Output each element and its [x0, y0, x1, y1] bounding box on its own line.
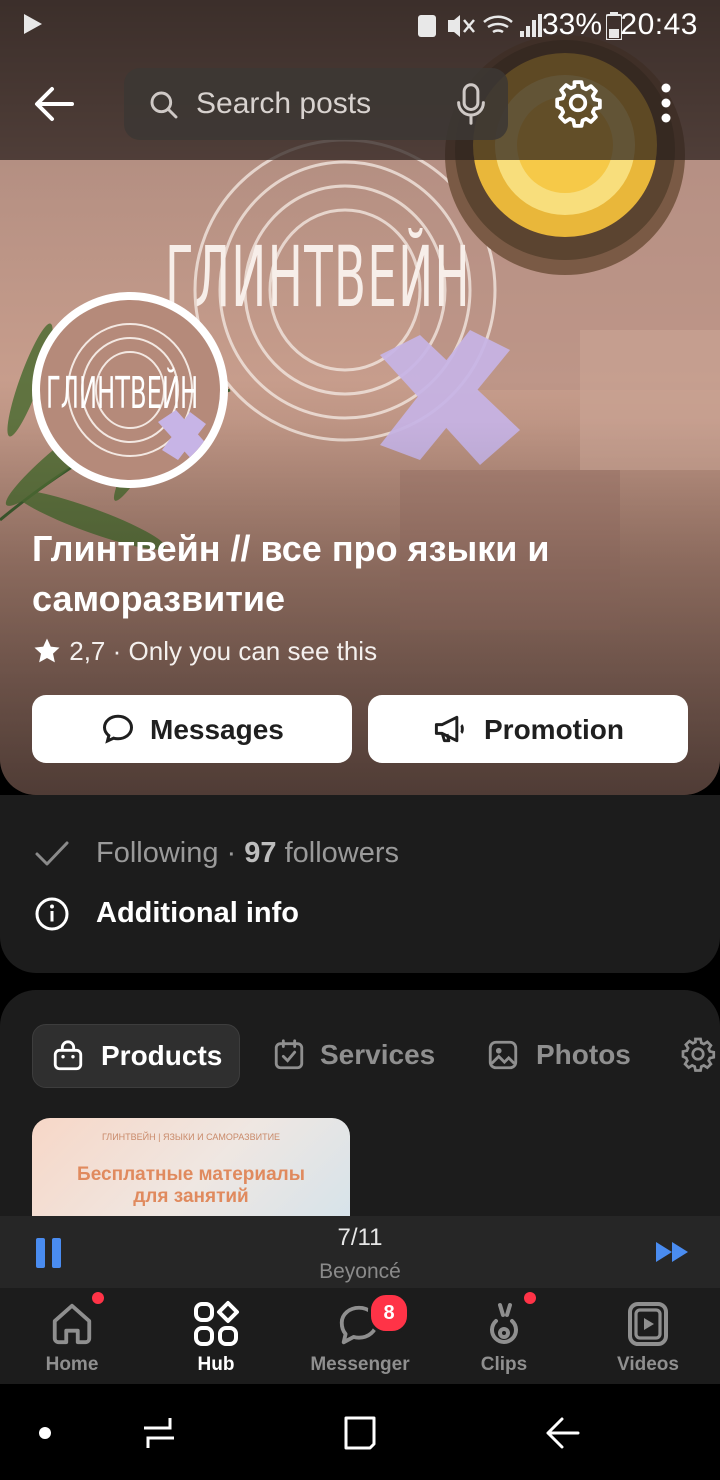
- tab-services[interactable]: Services: [256, 1024, 456, 1086]
- tabs-settings-gear-icon[interactable]: [680, 1036, 716, 1072]
- play-store-icon: [24, 14, 42, 34]
- hub-icon: [194, 1301, 239, 1346]
- nav-videos[interactable]: Videos: [576, 1288, 720, 1384]
- promotion-button-label: Promotion: [484, 714, 624, 745]
- bottom-navigation: Home Hub 8 Messenger Clips Videos: [0, 1288, 720, 1384]
- clips-notification-dot: [524, 1292, 536, 1304]
- product-caption: ГЛИНТВЕЙН | ЯЗЫКИ И САМОРАЗВИТИЕ: [101, 1132, 281, 1142]
- track-title: 7/11: [337, 1224, 383, 1251]
- tab-products-label: Products: [101, 1040, 223, 1071]
- following-row[interactable]: Following · 97 followers: [96, 837, 399, 870]
- product-card[interactable]: ГЛИНТВЕЙН | ЯЗЫКИ И САМОРАЗВИТИЕ Бесплат…: [32, 1118, 350, 1216]
- nav-home-label: Home: [45, 1354, 99, 1375]
- more-options-icon[interactable]: [658, 82, 674, 124]
- fast-forward-icon[interactable]: [656, 1242, 690, 1262]
- bag-icon: [53, 1040, 83, 1071]
- back-arrow-icon[interactable]: [34, 86, 74, 122]
- nav-hub-label: Hub: [197, 1354, 235, 1375]
- community-info-card: Following · 97 followers Additional info: [0, 795, 720, 973]
- community-meta: 2,7 · Only you can see this: [32, 636, 377, 667]
- microphone-icon[interactable]: [454, 82, 488, 126]
- avatar-logo-text: ГЛИНТВЕЙН: [46, 368, 199, 419]
- tab-photos[interactable]: Photos: [472, 1024, 652, 1086]
- nav-videos-label: Videos: [617, 1354, 679, 1375]
- assistant-dot-icon[interactable]: [38, 1426, 52, 1440]
- promotion-button[interactable]: Promotion: [368, 695, 688, 763]
- tab-services-label: Services: [320, 1039, 436, 1070]
- nav-hub[interactable]: Hub: [144, 1288, 288, 1384]
- status-icons: [418, 14, 542, 37]
- home-notification-dot: [92, 1292, 104, 1304]
- followers-count: 97: [244, 837, 277, 869]
- home-icon: [52, 1303, 92, 1345]
- status-bar: 33% 20:43: [0, 0, 720, 52]
- rating-value: 2,7: [69, 636, 106, 666]
- megaphone-icon: [434, 715, 464, 743]
- calendar-check-icon: [274, 1039, 304, 1070]
- info-icon: [35, 897, 69, 931]
- community-avatar[interactable]: ГЛИНТВЕЙН: [32, 292, 228, 488]
- home-button-icon[interactable]: [340, 1414, 380, 1452]
- system-back-icon[interactable]: [544, 1416, 580, 1450]
- product-title-line2: для занятий: [133, 1186, 249, 1207]
- product-title-line1: Бесплатные материалы: [77, 1164, 305, 1185]
- star-icon: [34, 638, 60, 663]
- track-artist: Beyoncé: [319, 1260, 401, 1283]
- clock: 20:43: [620, 8, 698, 41]
- nav-messenger-label: Messenger: [310, 1354, 410, 1375]
- battery-percent: 33%: [541, 8, 602, 41]
- search-placeholder: Search posts: [196, 87, 372, 120]
- product-title: Бесплатные материалы для занятий: [32, 1164, 350, 1208]
- visibility-note: · Only you can see this: [112, 636, 378, 666]
- nav-clips[interactable]: Clips: [432, 1288, 576, 1384]
- recents-icon[interactable]: [140, 1416, 178, 1450]
- messages-button[interactable]: Messages: [32, 695, 352, 763]
- messenger-badge: 8: [368, 1292, 410, 1334]
- messages-button-label: Messages: [150, 714, 284, 745]
- additional-info-link[interactable]: Additional info: [96, 897, 299, 930]
- search-icon: [150, 91, 178, 119]
- tab-products[interactable]: Products: [32, 1024, 240, 1088]
- system-navigation-bar: [0, 1384, 720, 1480]
- followers-word: followers: [284, 837, 400, 869]
- nav-clips-label: Clips: [480, 1354, 528, 1375]
- tab-photos-label: Photos: [536, 1039, 631, 1070]
- nav-messenger[interactable]: 8 Messenger: [288, 1288, 432, 1384]
- checkmark-icon: [35, 841, 69, 866]
- settings-gear-icon[interactable]: [553, 78, 603, 128]
- following-label: Following ·: [96, 837, 237, 869]
- audio-player-bar[interactable]: 7/11 Beyoncé: [0, 1216, 720, 1288]
- videos-icon: [628, 1302, 668, 1346]
- nav-home[interactable]: Home: [0, 1288, 144, 1384]
- clips-icon: [490, 1303, 518, 1344]
- community-name: Глинтвейн // все про языки и саморазвити…: [32, 528, 550, 619]
- message-bubble-icon: [102, 714, 134, 744]
- image-icon: [488, 1040, 518, 1070]
- search-posts-input[interactable]: Search posts: [124, 68, 508, 140]
